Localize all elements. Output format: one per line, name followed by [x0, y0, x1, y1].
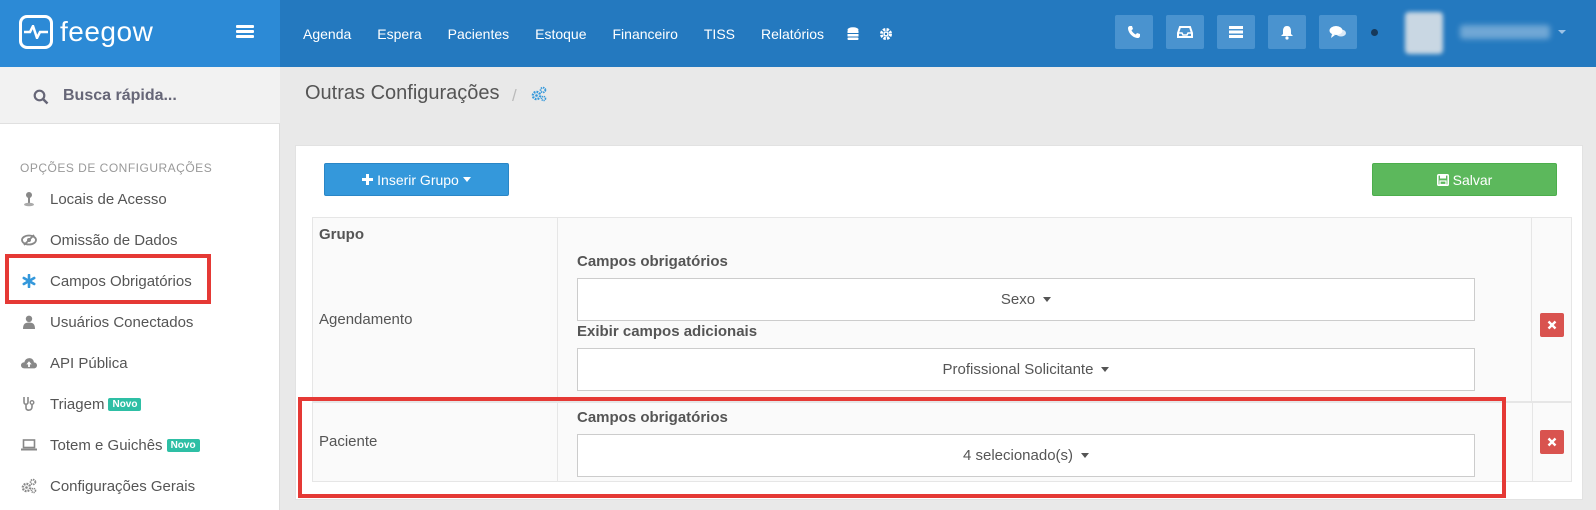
breadcrumb-separator: /: [512, 86, 517, 105]
cogs-icon: [531, 86, 547, 102]
database-icon[interactable]: [837, 26, 869, 41]
user-name-blurred[interactable]: [1460, 25, 1550, 39]
sidebar-item-triagem[interactable]: Triagem Novo: [0, 386, 280, 422]
select-value: 4 selecionado(s): [962, 447, 1074, 464]
group-name: Paciente: [319, 433, 378, 450]
column-divider: [1532, 403, 1533, 481]
laptop-icon: [21, 437, 37, 453]
quick-search[interactable]: Busca rápida...: [0, 67, 280, 124]
sidebar-item-label: Campos Obrigatórios: [50, 272, 192, 290]
field-label: Campos obrigatórios: [577, 253, 728, 270]
menu-toggle-icon[interactable]: [236, 25, 254, 39]
user-menu-caret-icon[interactable]: [1558, 30, 1566, 34]
stethoscope-icon: [21, 396, 37, 412]
sidebar-item-label: Triagem: [50, 395, 105, 413]
sidebar-item-api-publica[interactable]: API Pública: [0, 345, 280, 381]
table-actions-column: [1532, 217, 1572, 402]
column-divider: [557, 248, 558, 401]
sidebar-item-omissao-de-dados[interactable]: Omissão de Dados: [0, 222, 280, 258]
required-fields-select[interactable]: Sexo: [577, 278, 1475, 321]
sidebar-item-label: Configurações Gerais: [50, 477, 196, 495]
table-header: Grupo: [312, 217, 1532, 249]
insert-group-button[interactable]: Inserir Grupo: [324, 163, 509, 196]
user-avatar[interactable]: [1405, 12, 1443, 54]
nav-relatorios[interactable]: Relatórios: [748, 26, 837, 42]
nav-tiss[interactable]: TISS: [691, 26, 748, 42]
caret-down-icon: [1043, 297, 1052, 302]
required-fields-select[interactable]: 4 selecionado(s): [577, 434, 1475, 477]
phone-icon[interactable]: [1115, 15, 1153, 49]
sidebar-item-label: Totem e Guichês: [50, 436, 163, 454]
cogs-icon: [21, 478, 37, 494]
sidebar-item-label: Omissão de Dados: [50, 231, 178, 249]
select-value: Profissional Solicitante: [942, 361, 1094, 378]
heartbeat-logo-icon: [19, 15, 53, 49]
online-status-dot: [1371, 29, 1378, 36]
delete-row-button[interactable]: [1540, 313, 1564, 337]
nav-financeiro[interactable]: Financeiro: [600, 26, 691, 42]
additional-fields-select[interactable]: Profissional Solicitante: [577, 348, 1475, 391]
search-label: Busca rápida...: [63, 87, 177, 104]
cloud-upload-icon: [21, 355, 37, 371]
sidebar-item-label: Locais de Acesso: [50, 190, 167, 208]
sidebar-section-title: OPÇÕES DE CONFIGURAÇÕES: [20, 161, 213, 175]
floppy-disk-icon: [1436, 173, 1449, 186]
nav-agenda[interactable]: Agenda: [290, 26, 364, 42]
nav-pacientes[interactable]: Pacientes: [435, 26, 522, 42]
header-actions: [1115, 15, 1370, 49]
map-pin-icon: [21, 191, 37, 207]
caret-down-icon: [1081, 453, 1090, 458]
bell-icon[interactable]: [1268, 15, 1306, 49]
field-label: Campos obrigatórios: [577, 409, 728, 426]
select-value: Sexo: [1000, 291, 1036, 308]
nav-estoque[interactable]: Estoque: [522, 26, 599, 42]
nav-espera[interactable]: Espera: [364, 26, 434, 42]
column-divider: [557, 403, 558, 481]
asterisk-icon: [21, 273, 37, 289]
page-title: Outras Configurações: [305, 82, 500, 104]
inbox-icon[interactable]: [1166, 15, 1204, 49]
sidebar-item-label: API Pública: [50, 354, 128, 372]
table-row: Paciente Campos obrigatórios 4 seleciona…: [312, 402, 1572, 482]
sidebar-item-usuarios-conectados[interactable]: Usuários Conectados: [0, 304, 280, 340]
close-icon: [1547, 320, 1557, 330]
sidebar-item-campos-obrigatorios[interactable]: Campos Obrigatórios: [0, 263, 280, 299]
new-badge: Novo: [166, 438, 200, 452]
sidebar-item-configuracoes-gerais[interactable]: Configurações Gerais: [0, 468, 280, 504]
new-badge: Novo: [108, 397, 142, 411]
save-button[interactable]: Salvar: [1372, 163, 1557, 196]
main-nav: Agenda Espera Pacientes Estoque Financei…: [290, 0, 903, 67]
caret-down-icon: [462, 177, 471, 182]
eye-slash-icon: [21, 232, 37, 248]
chat-icon[interactable]: [1319, 15, 1357, 49]
table-row: Agendamento Campos obrigatórios Sexo Exi…: [312, 248, 1532, 402]
column-divider: [557, 218, 558, 248]
sidebar-item-totem-e-guiches[interactable]: Totem e Guichês Novo: [0, 427, 280, 463]
top-navbar: feegow Agenda Espera Pacientes Estoque F…: [0, 0, 1596, 67]
plus-icon: [362, 174, 374, 185]
caret-down-icon: [1101, 367, 1110, 372]
save-label: Salvar: [1452, 171, 1493, 188]
brand-logo-text[interactable]: feegow: [60, 16, 153, 48]
list-board-icon[interactable]: [1217, 15, 1255, 49]
user-icon: [21, 314, 37, 330]
sidebar-item-label: Usuários Conectados: [50, 313, 194, 331]
delete-row-button[interactable]: [1540, 430, 1564, 454]
column-header-group: Grupo: [319, 226, 364, 243]
group-name: Agendamento: [319, 311, 413, 328]
sidebar-item-locais-de-acesso[interactable]: Locais de Acesso: [0, 181, 280, 217]
insert-group-label: Inserir Grupo: [377, 171, 459, 188]
field-label: Exibir campos adicionais: [577, 323, 758, 340]
brand-area: feegow: [0, 0, 280, 67]
close-icon: [1547, 437, 1557, 447]
gear-icon[interactable]: [869, 27, 903, 41]
search-icon: [33, 89, 49, 105]
